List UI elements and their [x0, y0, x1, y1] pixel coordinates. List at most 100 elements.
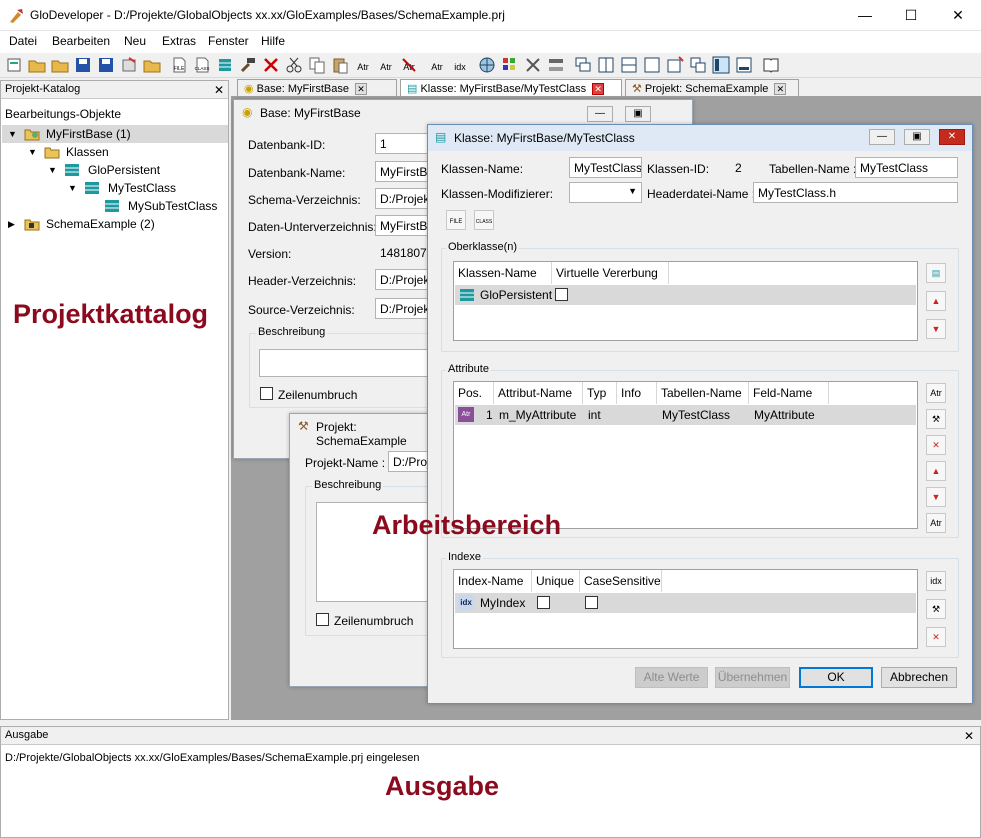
menu-neu[interactable]: Neu: [124, 34, 146, 48]
column-header[interactable]: Klassen-Name: [454, 262, 552, 284]
tree-item-mysubtestclass[interactable]: MySubTestClass: [2, 197, 228, 215]
collapse-arrow-icon[interactable]: ▶: [8, 215, 15, 233]
headerdatei-name-field[interactable]: MyTestClass.h: [753, 182, 958, 203]
minimize-button[interactable]: —: [869, 129, 895, 145]
tab-base-myfirstbase[interactable]: ◉ Base: MyFirstBase ✕: [237, 79, 397, 97]
tab-close-icon[interactable]: ✕: [354, 83, 367, 95]
virtuelle-vererbung-checkbox[interactable]: [555, 288, 568, 301]
delete-attribute-icon[interactable]: ✕: [926, 435, 946, 455]
panel-left-icon[interactable]: [712, 56, 730, 74]
copy-icon[interactable]: [308, 56, 326, 74]
cut-icon[interactable]: [285, 56, 303, 74]
move-up-icon[interactable]: ▲: [926, 291, 946, 311]
properties-icon[interactable]: [120, 56, 138, 74]
hammer-icon[interactable]: [239, 56, 257, 74]
menu-bearbeiten[interactable]: Bearbeiten: [52, 34, 110, 48]
tab-klasse-mytestclass[interactable]: ▤ Klasse: MyFirstBase/MyTestClass ✕: [400, 79, 622, 97]
help-book-icon[interactable]: [762, 56, 780, 74]
column-header[interactable]: Virtuelle Vererbung: [552, 262, 669, 284]
settings-icon[interactable]: [547, 56, 565, 74]
column-header[interactable]: Tabellen-Name: [657, 382, 749, 404]
klassen-modifizierer-select[interactable]: ▼: [569, 182, 642, 203]
open-folder-icon[interactable]: [28, 56, 46, 74]
edit-attribute-icon[interactable]: Atr: [377, 56, 395, 74]
catalog-column-header[interactable]: Bearbeitungs-Objekte: [5, 107, 121, 121]
open-folder-icon[interactable]: [143, 56, 161, 74]
project-wrap-checkbox[interactable]: [316, 613, 329, 626]
edit-index-icon[interactable]: ⚒: [926, 599, 946, 619]
tab-close-icon[interactable]: ✕: [774, 83, 787, 95]
expand-arrow-icon[interactable]: ▼: [8, 125, 17, 143]
add-attribute-icon[interactable]: Atr: [926, 383, 946, 403]
move-down-icon[interactable]: ▼: [926, 319, 946, 339]
restore-button[interactable]: ▣: [904, 129, 930, 145]
column-header[interactable]: Index-Name: [454, 570, 532, 592]
base-wrap-checkbox[interactable]: [260, 387, 273, 400]
new-project-icon[interactable]: [5, 56, 23, 74]
attribute-up-icon[interactable]: ▲: [926, 461, 946, 481]
close-button[interactable]: ✕: [939, 129, 965, 145]
class-icon[interactable]: CLASS: [193, 56, 211, 74]
restore-button[interactable]: ▣: [625, 106, 651, 122]
catalog-close-icon[interactable]: ✕: [214, 83, 224, 97]
klassen-name-field[interactable]: MyTestClass: [569, 157, 642, 178]
globe-icon[interactable]: [478, 56, 496, 74]
table-row[interactable]: idx MyIndex: [455, 593, 916, 613]
grid-icon[interactable]: [501, 56, 519, 74]
column-header[interactable]: Pos.: [454, 382, 494, 404]
class-button[interactable]: CLASS: [474, 210, 494, 230]
tree-item-glopersistent[interactable]: ▼ GloPersistent: [2, 161, 228, 179]
delete-attribute-icon[interactable]: Atr: [400, 56, 418, 74]
class-list-icon[interactable]: [216, 56, 234, 74]
alte-werte-button[interactable]: Alte Werte: [635, 667, 708, 688]
attribute-properties-icon[interactable]: Atr: [926, 513, 946, 533]
tree-item-schemaexample[interactable]: ▶ SchemaExample (2): [2, 215, 228, 233]
tree-item-myfirstbase[interactable]: ▼ MyFirstBase (1): [2, 125, 228, 143]
menu-datei[interactable]: Datei: [9, 34, 37, 48]
menu-extras[interactable]: Extras: [162, 34, 196, 48]
maximize-button[interactable]: ☐: [888, 0, 934, 31]
edit-attribute-icon[interactable]: ⚒: [926, 409, 946, 429]
delete-icon[interactable]: [262, 56, 280, 74]
tools-icon[interactable]: [524, 56, 542, 74]
tab-projekt-schemaexample[interactable]: ⚒ Projekt: SchemaExample ✕: [625, 79, 799, 97]
open-folder-icon[interactable]: [51, 56, 69, 74]
tree-item-klassen[interactable]: ▼ Klassen: [2, 143, 228, 161]
tile-horizontal-icon[interactable]: [620, 56, 638, 74]
menu-hilfe[interactable]: Hilfe: [261, 34, 285, 48]
add-index-icon[interactable]: idx: [451, 56, 469, 74]
save-icon[interactable]: [74, 56, 92, 74]
save-all-icon[interactable]: [97, 56, 115, 74]
minimize-button[interactable]: —: [842, 0, 888, 31]
tile-vertical-icon[interactable]: [597, 56, 615, 74]
tabellen-name-field[interactable]: MyTestClass: [855, 157, 958, 178]
column-header[interactable]: Unique: [532, 570, 580, 592]
attribute-icon[interactable]: Atr: [354, 56, 372, 74]
attribute-down-icon[interactable]: ▼: [926, 487, 946, 507]
paste-icon[interactable]: [331, 56, 349, 74]
add-superclass-icon[interactable]: ▤: [926, 263, 946, 283]
table-row[interactable]: GloPersistent: [455, 285, 916, 305]
cascade-icon[interactable]: [574, 56, 592, 74]
column-header[interactable]: CaseSensitive: [580, 570, 662, 592]
menu-fenster[interactable]: Fenster: [208, 34, 249, 48]
minimize-button[interactable]: —: [587, 106, 613, 122]
abbrechen-button[interactable]: Abbrechen: [881, 667, 957, 688]
output-close-icon[interactable]: ✕: [964, 729, 974, 743]
new-window-icon[interactable]: [666, 56, 684, 74]
column-header[interactable]: Feld-Name: [749, 382, 829, 404]
unique-checkbox[interactable]: [537, 596, 550, 609]
delete-index-icon[interactable]: ✕: [926, 627, 946, 647]
uebernehmen-button[interactable]: Übernehmen: [715, 667, 790, 688]
casesensitive-checkbox[interactable]: [585, 596, 598, 609]
add-index-icon[interactable]: idx: [926, 571, 946, 591]
windows-icon[interactable]: [689, 56, 707, 74]
base-description-field[interactable]: [259, 349, 444, 377]
ok-button[interactable]: OK: [799, 667, 873, 688]
window-icon[interactable]: [643, 56, 661, 74]
table-row[interactable]: Atr 1 m_MyAttribute int MyTestClass MyAt…: [455, 405, 916, 425]
index-icon[interactable]: Atr: [428, 56, 446, 74]
tab-close-icon[interactable]: ✕: [592, 83, 605, 95]
file-icon[interactable]: FILE: [170, 56, 188, 74]
tree-item-mytestclass[interactable]: ▼ MyTestClass: [2, 179, 228, 197]
